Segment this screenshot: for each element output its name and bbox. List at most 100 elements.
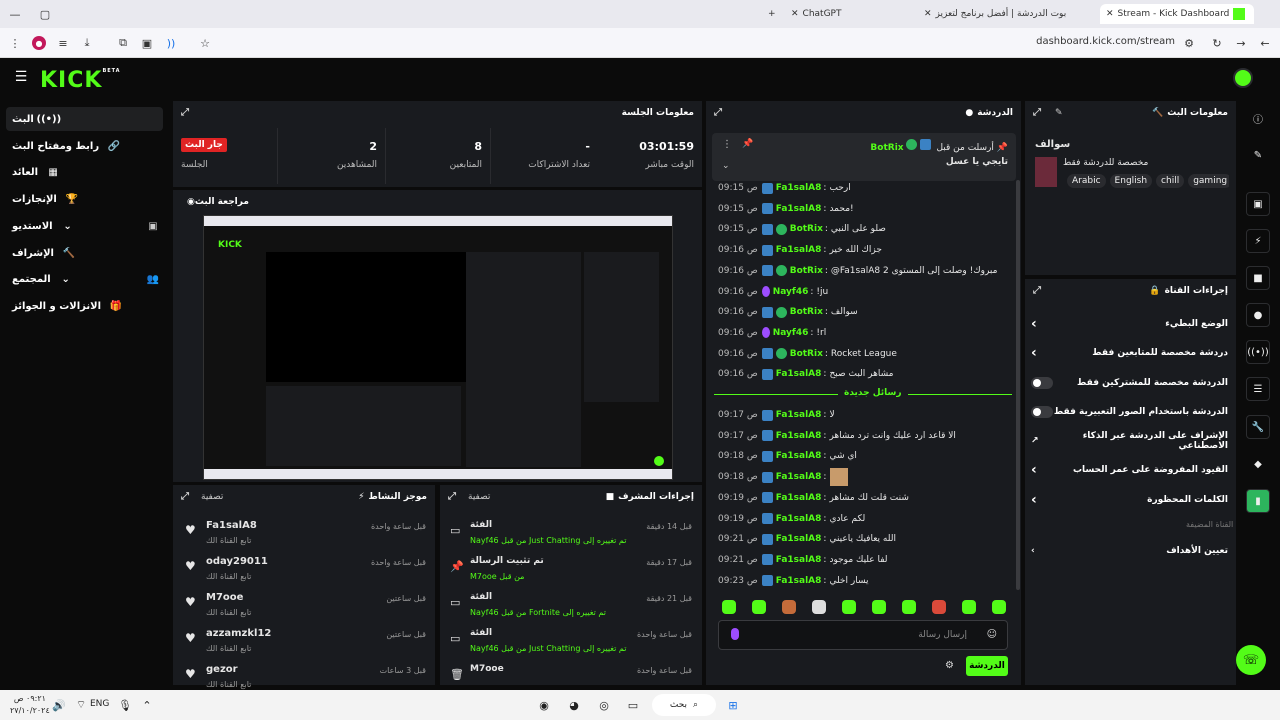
users-icon[interactable]: 👥 <box>146 272 160 286</box>
url-field[interactable]: dashboard.kick.com/stream <box>1030 36 1175 47</box>
studio-icon[interactable]: ▣ <box>146 219 160 233</box>
channel-action-item[interactable]: الدردشة باستخدام الصور التعبيرية فقط <box>1031 399 1228 425</box>
list-item[interactable]: ♥ oday29011 تابع القناة الك قبل ساعة واح… <box>180 554 430 588</box>
taskbar-search[interactable]: بحث ⌕ <box>652 694 716 716</box>
chat-message[interactable]: 09:15 ص Fa1salA8: محمد! <box>718 201 1008 217</box>
read-aloud-icon[interactable]: )) <box>164 36 178 50</box>
sidebar-item-moderation[interactable]: 🔨 الإشراف <box>6 241 163 265</box>
expand-icon[interactable]: ⤢ <box>181 491 189 502</box>
chat-send-button[interactable]: الدردشة <box>966 656 1008 676</box>
chat-message[interactable]: 09:23 ص Fa1salA8: يسار اخلي <box>718 573 1008 589</box>
user-avatar[interactable] <box>1233 68 1253 88</box>
close-icon[interactable]: ✕ <box>1106 9 1114 19</box>
site-settings-icon[interactable]: ⚙ <box>1182 36 1196 50</box>
channel-action-item[interactable]: دردشة مخصصة للمتابعين فقط › <box>1031 340 1228 366</box>
list-item[interactable]: ♥ Fa1salA8 تابع القناة الك قبل ساعة واحد… <box>180 518 430 552</box>
chat-message[interactable]: 09:17 ص Fa1salA8: لا <box>718 407 1008 423</box>
sidebar-item-community[interactable]: ⌄ المجتمع <box>6 267 163 291</box>
emote-button[interactable] <box>782 600 796 614</box>
chat-message[interactable]: 09:19 ص Fa1salA8: لكم عادي <box>718 511 1008 527</box>
expand-icon[interactable]: ⤢ <box>448 491 456 502</box>
new-tab-button[interactable]: + <box>762 4 776 24</box>
windows-start-icon[interactable]: ⊞ <box>724 696 742 714</box>
channel-action-item[interactable]: الكلمات المحظورة › <box>1031 487 1228 513</box>
channel-action-item[interactable]: الوضع البطيء › <box>1031 311 1228 337</box>
stream-preview-video[interactable]: KICK <box>203 215 673 480</box>
wifi-icon[interactable]: ⌔ <box>72 696 90 714</box>
chat-message[interactable]: 09:16 ص BotRix: @Fa1salA8 مبروك! وصلت إلى … <box>718 263 1008 279</box>
filter-button[interactable]: تصفية <box>468 492 490 502</box>
sidebar-item-revenue[interactable]: ▦ العائد <box>6 160 163 184</box>
profile-icon[interactable]: ● <box>32 36 46 50</box>
menu-dots-icon[interactable]: ⋮ <box>722 139 732 150</box>
edit-icon[interactable]: ✎ <box>1246 143 1270 167</box>
screenshot-icon[interactable]: ▣ <box>140 36 154 50</box>
channel-action-item[interactable]: الإشراف على الدردشة عبر الذكاء الاصطناعي… <box>1031 428 1228 454</box>
chrome-app-icon[interactable]: ◎ <box>595 696 613 714</box>
list-item[interactable]: ▭ الفئة تم تغييره إلى Just Chatting من ق… <box>446 626 696 660</box>
tab-chatgpt[interactable]: ✕ ChatGPT <box>785 4 905 24</box>
edit-icon[interactable]: ✎ <box>1055 108 1063 118</box>
mic-icon[interactable]: 🎙 <box>116 696 134 714</box>
chevron-down-icon[interactable]: ⌄ <box>722 161 730 171</box>
close-icon[interactable]: ✕ <box>924 9 932 19</box>
sidebar-item-drops[interactable]: 🎁 الانزالات و الجوائز <box>6 294 163 318</box>
emote-button[interactable] <box>932 600 946 614</box>
pin-icon[interactable]: 📌 <box>742 139 753 149</box>
expand-icon[interactable]: ⤢ <box>1033 107 1041 118</box>
chat-input[interactable]: إرسال رسالة ☺ <box>718 620 1008 650</box>
lightning-icon[interactable]: ⚡ <box>1246 229 1270 253</box>
expand-icon[interactable]: ⤢ <box>1033 285 1041 296</box>
chevron-up-icon[interactable]: ⌃ <box>138 696 156 714</box>
expand-icon[interactable]: ⤢ <box>714 107 722 118</box>
chat-message[interactable]: 09:16 ص Nayf46: !rl <box>718 325 1008 341</box>
reload-icon[interactable]: ↻ <box>1210 36 1224 50</box>
emote-button[interactable] <box>902 600 916 614</box>
discord-app-icon[interactable]: ◕ <box>565 696 583 714</box>
chat-scrollbar[interactable] <box>1016 180 1020 590</box>
mic-icon[interactable] <box>731 628 739 640</box>
minimize-icon[interactable]: — <box>8 7 22 21</box>
support-icon[interactable]: ☏ <box>1236 645 1266 675</box>
emote-button[interactable] <box>812 600 826 614</box>
list-item[interactable]: ♥ azzamzkl12 تابع القناة الك قبل ساعتين <box>180 626 430 660</box>
clock[interactable]: ٠٩:٢١ ص ٢٧/١٠/٢٠٢٤ <box>10 693 50 717</box>
toggle-switch[interactable] <box>1031 377 1053 389</box>
menu-dots-icon[interactable]: ⋮ <box>8 36 22 50</box>
forward-icon[interactable]: → <box>1234 36 1248 50</box>
expand-icon[interactable]: ⤢ <box>181 107 189 118</box>
restore-icon[interactable]: ▢ <box>38 7 52 21</box>
chat-message[interactable]: 09:15 ص BotRix: صلو على النبي <box>718 221 1008 237</box>
channel-action-item[interactable]: القيود المفروضة على عمر الحساب › <box>1031 457 1228 483</box>
chat-message[interactable]: 09:18 ص Fa1salA8: <box>718 468 1008 487</box>
chat-message[interactable]: 09:15 ص Fa1salA8: ارحب <box>718 180 1008 196</box>
sidebar-item-studio[interactable]: ⌄ الاستديو <box>6 214 163 238</box>
playlist-icon[interactable]: ≡ <box>56 36 70 50</box>
screen-icon[interactable]: ▣ <box>1246 192 1270 216</box>
tab-botrix[interactable]: ✕ بوت الدردشة | أفضل برنامج لتعزيز <box>918 4 1096 24</box>
list-item[interactable]: ♥ M7ooe تابع القناة الك قبل ساعتين <box>180 590 430 624</box>
chat-message[interactable]: 09:18 ص Fa1salA8: اي شي <box>718 448 1008 464</box>
channel-action-item[interactable]: الدردشة مخصصة للمشتركين فقط <box>1031 370 1228 396</box>
chat-message[interactable]: 09:17 ص Fa1salA8: الا قاعد ارد عليك وانت ت… <box>718 428 1008 444</box>
star-icon[interactable]: ☆ <box>198 36 212 50</box>
obs-app-icon[interactable]: ◉ <box>535 696 553 714</box>
emote-button[interactable] <box>752 600 766 614</box>
chat-message[interactable]: 09:16 ص BotRix: Rocket League <box>718 346 1008 362</box>
emote-button[interactable] <box>872 600 886 614</box>
folder-app-icon[interactable]: ▭ <box>624 696 642 714</box>
list-item[interactable]: ▭ الفئة تم تغييره إلى Just Chatting من ق… <box>446 518 696 552</box>
kick-logo[interactable]: KICKBETA <box>40 68 121 93</box>
chat-message[interactable]: 09:16 ص BotRix: سوالف <box>718 304 1008 320</box>
info-icon[interactable]: ⓘ <box>1246 106 1270 130</box>
chat-bubble-icon[interactable]: ● <box>1246 303 1270 327</box>
sidebar-item-stream-key[interactable]: 🔗 رابط ومفتاح البث <box>6 134 163 158</box>
chat-message[interactable]: 09:16 ص Fa1salA8: جزاك الله خير <box>718 242 1008 258</box>
shapes-icon[interactable]: ◆ <box>1246 452 1270 476</box>
chat-message[interactable]: 09:19 ص Fa1salA8: شنت قلت لك مشاهر <box>718 490 1008 506</box>
toggle-switch[interactable] <box>1031 406 1053 418</box>
pinned-message[interactable]: 📌 أرسلت من قبل BotRix تايجي يا عسل ⋮ 📌 ⌄ <box>712 133 1016 181</box>
chat-message[interactable]: 09:16 ص Nayf46: !ju <box>718 284 1008 300</box>
emote-button[interactable] <box>992 600 1006 614</box>
broadcast-icon[interactable]: ((•)) <box>1246 340 1270 364</box>
